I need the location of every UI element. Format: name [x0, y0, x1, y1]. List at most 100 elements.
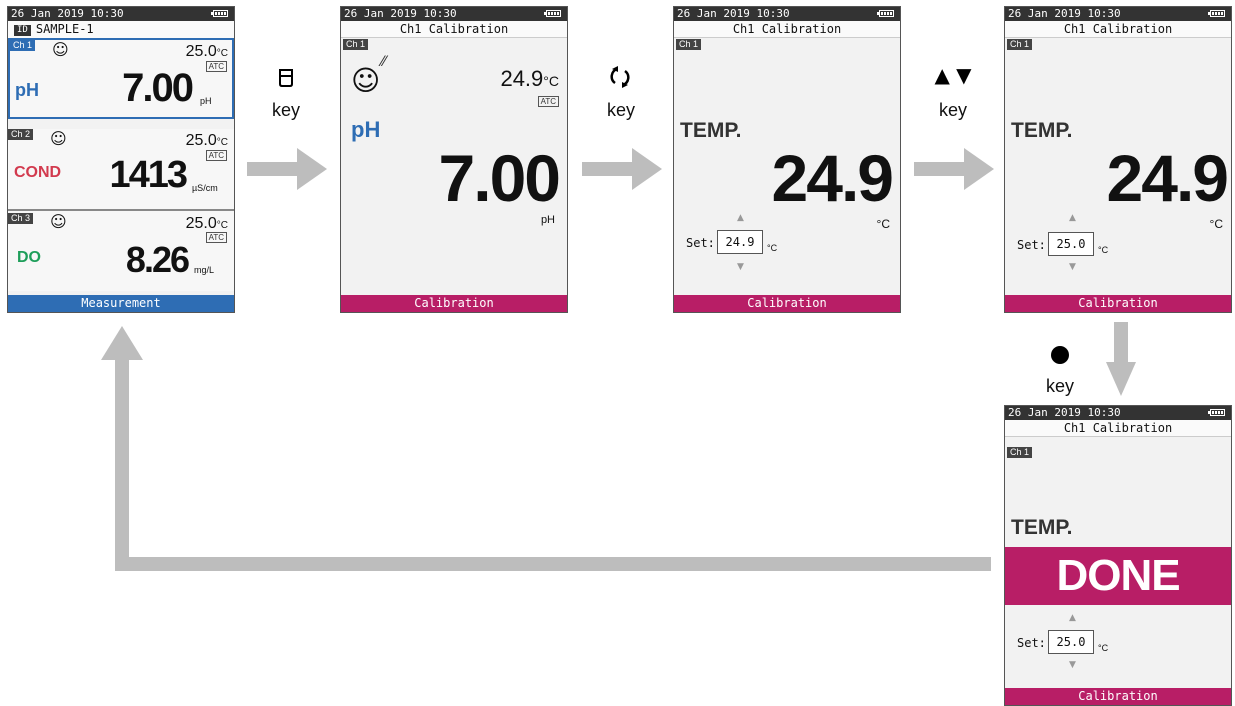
temperature-value: 25.0°C — [185, 43, 228, 60]
parameter-label: COND — [14, 164, 62, 181]
key-label: key — [271, 100, 300, 120]
temp-label: TEMP. — [1011, 516, 1073, 539]
set-label: Set: — [1017, 238, 1046, 252]
flow-arrow-1 — [247, 162, 297, 176]
decrease-arrow-icon[interactable]: ▼ — [737, 263, 744, 272]
measured-value: 8.26 — [125, 239, 190, 280]
parameter-label: DO — [17, 249, 41, 266]
beaker-key-icon — [256, 68, 316, 92]
battery-icon — [1208, 409, 1225, 416]
status-bar: 26 Jan 2019 10:30 — [674, 7, 900, 21]
set-value-field[interactable]: 25.0 — [1048, 630, 1094, 654]
mode-footer: Calibration — [1005, 295, 1231, 312]
calibration-screen-temp-1: 26 Jan 2019 10:30 Ch1 Calibration Ch 1 T… — [673, 6, 901, 313]
set-unit: °C — [767, 243, 778, 253]
measurement-screen: 26 Jan 2019 10:30 ID SAMPLE-1 Ch 1 ☺ 25.0… — [7, 6, 235, 313]
increase-arrow-icon[interactable]: ▲ — [737, 214, 744, 223]
decrease-arrow-icon[interactable]: ▼ — [1069, 263, 1076, 272]
atc-badge: ATC — [205, 61, 227, 72]
calibration-screen-ph: 26 Jan 2019 10:30 Ch1 Calibration Ch 1 ☺… — [340, 6, 568, 313]
flow-arrow-2 — [582, 162, 632, 176]
dot-key-icon — [1051, 346, 1069, 364]
status-bar: 26 Jan 2019 10:30 — [8, 7, 234, 21]
status-bar: 26 Jan 2019 10:30 — [341, 7, 567, 21]
calibration-screen-temp-2: 26 Jan 2019 10:30 Ch1 Calibration Ch 1 T… — [1004, 6, 1232, 313]
battery-icon — [877, 10, 894, 17]
sample-name: SAMPLE-1 — [35, 22, 94, 36]
mode-footer: Calibration — [1005, 688, 1231, 705]
key-label: key — [606, 100, 635, 120]
screen-title: Ch1 Calibration — [1005, 420, 1231, 437]
atc-badge: ATC — [205, 150, 227, 161]
atc-badge: ATC — [205, 232, 227, 243]
return-arrow-horizontal — [115, 557, 991, 571]
status-time: 26 Jan 2019 10:30 — [1008, 406, 1121, 419]
key-label: key — [938, 100, 967, 120]
channel-panel-1[interactable]: Ch 1 ☺ 25.0°C ATC pH 7.00 pH — [8, 38, 234, 119]
set-value-field[interactable]: 25.0 — [1048, 232, 1094, 256]
channel-panel-2[interactable]: Ch 2 ☺ 25.0°C ATC COND 1413 µS/cm — [8, 129, 234, 211]
unit-label: pH — [540, 214, 555, 226]
measured-value: 7.00 — [438, 141, 561, 215]
return-arrow-head — [101, 326, 143, 360]
mode-footer: Calibration — [341, 295, 567, 312]
channel-tag: Ch 3 — [8, 213, 34, 224]
temperature-reading: 24.9 — [1106, 141, 1229, 215]
battery-icon — [544, 10, 561, 17]
increase-arrow-icon[interactable]: ▲ — [1069, 614, 1076, 623]
set-unit: °C — [1098, 643, 1109, 653]
mode-footer: Calibration — [674, 295, 900, 312]
smiley-icon: ☺ — [50, 129, 67, 148]
parameter-label: pH — [351, 117, 381, 142]
increase-arrow-icon[interactable]: ▲ — [1069, 214, 1076, 223]
set-label: Set: — [1017, 636, 1046, 650]
arrow-head-4 — [1106, 362, 1136, 396]
status-time: 26 Jan 2019 10:30 — [344, 7, 457, 20]
unit-label: mg/L — [194, 265, 215, 275]
temperature-unit: °C — [1209, 217, 1223, 231]
battery-icon — [211, 10, 228, 17]
up-down-key-icon: ▲ ▼ — [934, 63, 972, 87]
temperature-value: 24.9°C — [500, 66, 559, 91]
id-tag: ID — [14, 25, 31, 36]
unit-label: pH — [200, 96, 212, 106]
calibration-screen-done: 26 Jan 2019 10:30 Ch1 Calibration Ch 1 T… — [1004, 405, 1232, 706]
done-banner: DONE — [1005, 547, 1231, 605]
screen-title: Ch1 Calibration — [674, 21, 900, 38]
channel-tag: Ch 1 — [1007, 39, 1033, 50]
set-label: Set: — [686, 236, 715, 250]
mode-footer: Measurement — [8, 295, 234, 312]
key-label: key — [1045, 376, 1074, 396]
return-arrow-vertical — [115, 358, 129, 571]
channel-tag: Ch 1 — [1007, 447, 1033, 458]
arrow-head-2 — [632, 148, 662, 190]
set-value-field[interactable]: 24.9 — [717, 230, 763, 254]
status-time: 26 Jan 2019 10:30 — [677, 7, 790, 20]
measured-value: 1413 — [109, 154, 188, 196]
measured-value: 7.00 — [122, 66, 194, 110]
flow-arrow-3 — [914, 162, 964, 176]
channel-panel-3[interactable]: Ch 3 ☺ 25.0°C ATC DO 8.26 mg/L — [8, 211, 234, 291]
atc-badge: ATC — [537, 96, 559, 107]
status-bar: 26 Jan 2019 10:30 — [1005, 7, 1231, 21]
status-time: 26 Jan 2019 10:30 — [11, 7, 124, 20]
status-bar: 26 Jan 2019 10:30 — [1005, 406, 1231, 420]
screen-title: Ch1 Calibration — [341, 21, 567, 38]
parameter-label: pH — [15, 80, 39, 100]
status-time: 26 Jan 2019 10:30 — [1008, 7, 1121, 20]
unit-label: µS/cm — [192, 183, 218, 193]
sample-id-bar: ID SAMPLE-1 — [8, 21, 234, 39]
decrease-arrow-icon[interactable]: ▼ — [1069, 661, 1076, 670]
flow-arrow-4 — [1114, 322, 1128, 362]
channel-tag: Ch 2 — [8, 129, 34, 140]
arrow-head-1 — [297, 148, 327, 190]
stability-rays-icon: ⁄⁄ — [381, 54, 386, 70]
arrow-head-3 — [964, 148, 994, 190]
temp-label: TEMP. — [1011, 119, 1073, 142]
smiley-stable-icon: ☺ — [351, 64, 381, 97]
channel-tag: Ch 1 — [676, 39, 702, 50]
battery-icon — [1208, 10, 1225, 17]
temperature-value: 25.0°C — [185, 132, 228, 149]
temperature-unit: °C — [876, 217, 890, 231]
channel-tag: Ch 1 — [343, 39, 369, 50]
